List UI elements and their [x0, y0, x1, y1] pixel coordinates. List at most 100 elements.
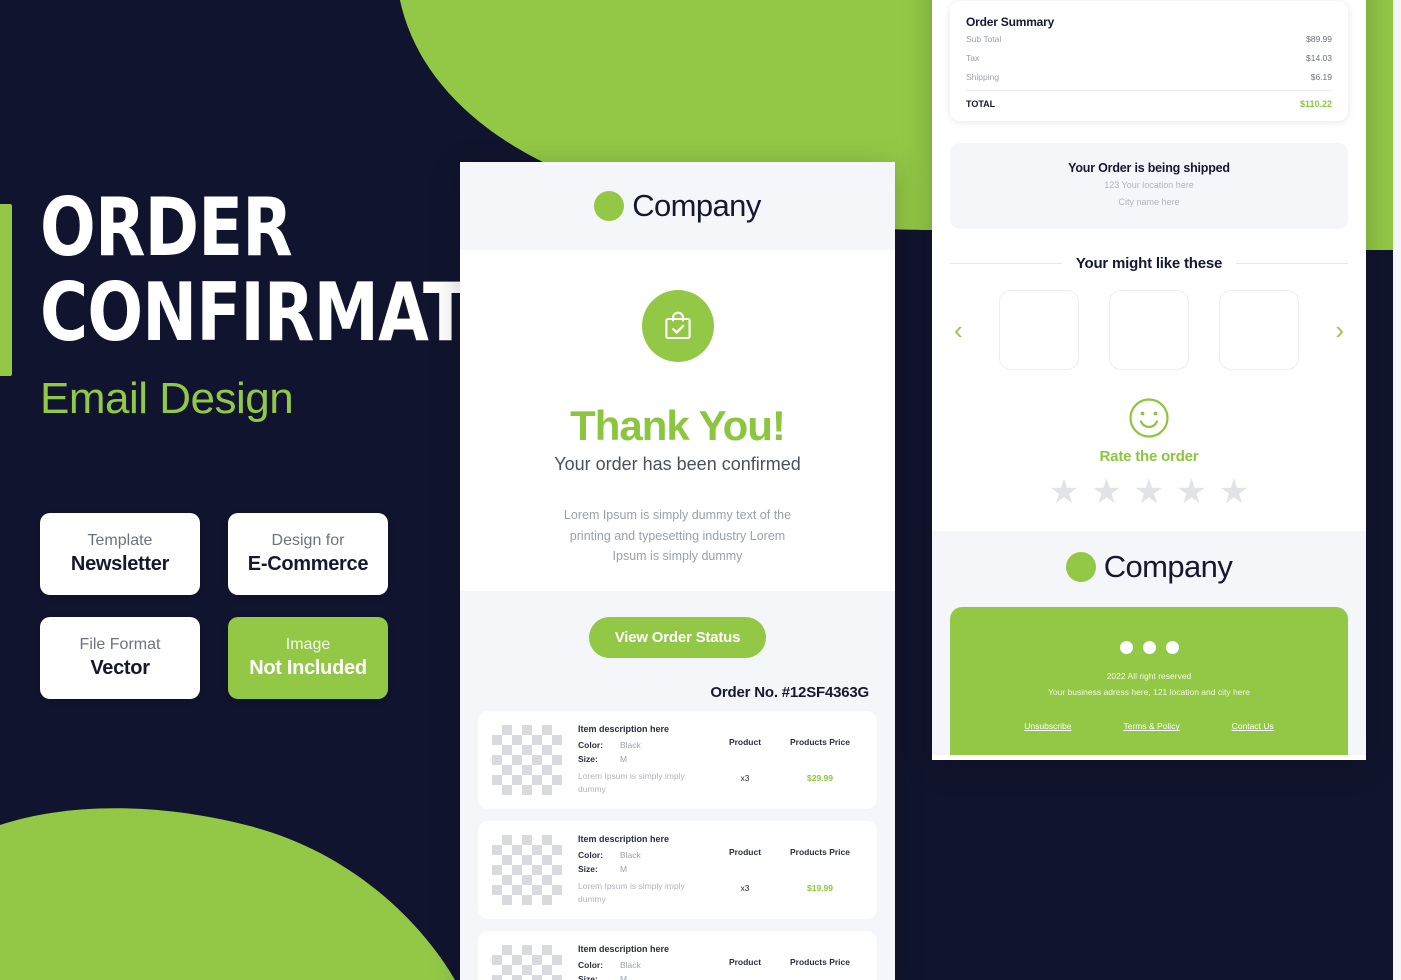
summary-row-shipping: Shipping $6.19 [966, 67, 1332, 86]
product-color-value: Black [620, 850, 641, 861]
divider-left [950, 263, 1062, 265]
shipping-address-line2: City name here [1118, 197, 1180, 208]
star-icon[interactable]: ★ [1091, 475, 1121, 509]
product-thumbnail [492, 944, 562, 980]
info-card-design-for: Design for E-Commerce [228, 513, 388, 595]
info-card-file-format: File Format Vector [40, 617, 200, 699]
right-email-content: Order Summary Sub Total $89.99 Tax $14.0… [932, 1, 1366, 509]
email-preview-center: Company Thank You! Your order has been c… [460, 162, 895, 980]
summary-label: Sub Total [966, 34, 1002, 44]
social-dot-icon[interactable] [1119, 641, 1133, 655]
contact-us-link[interactable]: Contact Us [1232, 721, 1274, 731]
summary-amount: $89.99 [1306, 34, 1332, 44]
product-info: Item description here Color: Black Size: M… [562, 724, 713, 795]
product-title: Item description here [578, 834, 670, 845]
summary-amount: $14.03 [1306, 53, 1332, 63]
order-confirmed-text: Your order has been confirmed [554, 454, 801, 474]
star-icon[interactable]: ★ [1049, 475, 1079, 509]
star-rating[interactable]: ★ ★ ★ ★ ★ [950, 475, 1348, 509]
promo-title-line2: CONFIRMATION [40, 265, 600, 359]
email-order-section: View Order Status Order No. #12SF4363G I… [460, 590, 895, 980]
star-icon[interactable]: ★ [1176, 475, 1206, 509]
order-number: Order No. #12SF4363G [710, 683, 869, 701]
footer-green-block: 2022 All right reserved Your business ad… [950, 607, 1348, 756]
product-price-value: $29.99 [807, 772, 833, 783]
brand-dot-icon [594, 191, 625, 221]
table-row[interactable]: Item description here Color: Black Size: M… [478, 930, 877, 980]
star-icon[interactable]: ★ [1134, 475, 1164, 509]
list-item[interactable] [1109, 290, 1189, 371]
summary-row-tax: Tax $14.03 [966, 48, 1332, 67]
info-card-caption: Design for [271, 532, 345, 549]
summary-total-label: TOTAL [966, 99, 996, 109]
column-header-price: Products Price [790, 736, 850, 747]
rate-the-order-label: Rate the order [1099, 448, 1199, 466]
promo-subtitle: Email Design [40, 373, 294, 423]
terms-policy-link[interactable]: Terms & Policy [1123, 721, 1179, 731]
product-size-label: Size: [578, 973, 598, 980]
info-card-value: E-Commerce [247, 553, 369, 575]
column-header-price: Products Price [790, 846, 850, 857]
recommendations-title: Your might like these [1075, 255, 1223, 273]
brand-logo: Company [594, 188, 761, 224]
info-card-image: Image Not Included [228, 617, 388, 699]
brand-dot-icon [1065, 552, 1096, 583]
product-thumbnail [492, 724, 562, 795]
table-row[interactable]: Item description here Color: Black Size: M… [478, 820, 877, 919]
summary-amount: $6.19 [1310, 72, 1332, 82]
summary-row-total: TOTAL $110.22 [966, 90, 1332, 109]
product-qty-value: x3 [740, 882, 750, 893]
footer-links: Unsubscribe Terms & Policy Contact Us [966, 721, 1332, 731]
summary-label: Tax [966, 53, 980, 63]
product-qty-cell: Product x3 [713, 957, 777, 980]
product-size-value: M [620, 753, 628, 764]
product-size-label: Size: [578, 863, 598, 874]
green-accent-bar [0, 204, 12, 376]
social-dot-icon[interactable] [1165, 641, 1179, 655]
product-qty-cell: Product x3 [713, 737, 777, 783]
carousel-items [999, 290, 1299, 371]
star-icon[interactable]: ★ [1219, 475, 1249, 509]
product-title: Item description here [578, 724, 670, 735]
column-header-product: Product [728, 956, 762, 967]
order-summary-card: Order Summary Sub Total $89.99 Tax $14.0… [950, 1, 1348, 121]
recommendations-carousel: ‹ › [950, 290, 1348, 371]
info-card-caption: Template [87, 532, 153, 549]
right-edge-strip [1393, 0, 1401, 980]
email-preview-right: Order Summary Sub Total $89.99 Tax $14.0… [932, 0, 1366, 760]
unsubscribe-link[interactable]: Unsubscribe [1024, 721, 1071, 731]
brand-name: Company [632, 188, 761, 223]
order-summary-title: Order Summary [966, 15, 1055, 29]
smiley-face-icon [1129, 398, 1169, 438]
product-price-cell: Products Price $29.99 [777, 737, 863, 783]
product-color-label: Color: [578, 960, 604, 971]
social-dot-icon[interactable] [1142, 641, 1156, 655]
list-item[interactable] [1219, 290, 1299, 371]
product-price-cell: Products Price $39.99 [777, 957, 863, 980]
shipping-status-card: Your Order is being shipped 123 Your loc… [950, 143, 1348, 230]
column-header-price: Products Price [790, 956, 850, 967]
product-info: Item description here Color: Black Size: M… [562, 834, 713, 905]
product-thumbnail [492, 834, 562, 905]
table-row[interactable]: Item description here Color: Black Size: M… [478, 710, 877, 809]
product-color-value: Black [620, 740, 641, 751]
product-attributes: Color: Black Size: M [578, 959, 713, 980]
product-size-value: M [620, 973, 628, 980]
product-title: Item description here [578, 944, 670, 955]
product-color-label: Color: [578, 850, 604, 861]
chevron-left-icon[interactable]: ‹ [950, 317, 967, 343]
product-description: Lorem Ipsum is simply imply dummy [578, 770, 685, 794]
info-card-caption: File Format [79, 636, 161, 653]
product-price-value: $19.99 [807, 882, 833, 893]
product-color-label: Color: [578, 740, 604, 751]
footer-copyright: 2022 All right reserved [1106, 671, 1192, 682]
product-qty-value: x3 [740, 772, 750, 783]
shopping-bag-icon [641, 290, 714, 362]
view-order-status-button[interactable]: View Order Status [588, 616, 767, 658]
summary-total-amount: $110.22 [1299, 99, 1332, 109]
list-item[interactable] [999, 290, 1079, 371]
info-card-value: Vector [90, 657, 150, 679]
social-dots [966, 641, 1332, 655]
chevron-right-icon[interactable]: › [1331, 317, 1348, 343]
shipping-address-line1: 123 Your location here [1104, 180, 1194, 190]
